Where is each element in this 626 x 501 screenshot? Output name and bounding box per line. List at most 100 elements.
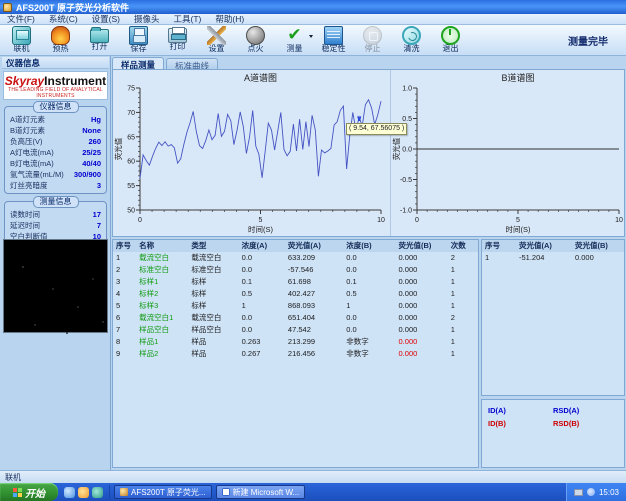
toolbar-button-稳定性[interactable]: 稳定性: [314, 26, 353, 55]
volume-tray-icon[interactable]: [587, 488, 595, 496]
toolbar-button-打印[interactable]: 打印: [158, 26, 197, 55]
column-header[interactable]: 荧光值(A): [285, 240, 343, 252]
toolbar-button-预热[interactable]: 预热: [41, 26, 80, 55]
table-cell: 0.0: [239, 264, 285, 276]
save-icon: [129, 26, 148, 45]
stats-panel: ID(A)RSD(A)ID(B)RSD(B): [481, 399, 625, 468]
column-header[interactable]: 名称: [136, 240, 188, 252]
table-cell: 0.263: [239, 336, 285, 348]
table-cell: 1: [482, 252, 516, 264]
measure-info-group-title: 测量信息: [33, 196, 79, 208]
toolbar-button-打开[interactable]: 打开: [80, 26, 119, 55]
toolbar-button-清洗[interactable]: 清洗: [392, 26, 431, 55]
display-tray-icon[interactable]: [574, 489, 583, 496]
stability-icon: [324, 26, 343, 45]
toolbar-button-label: 退出: [443, 45, 459, 53]
field-row: A灯电流(mA)25/25: [5, 147, 106, 158]
table-cell: 标样2: [136, 288, 188, 300]
dropdown-arrow-icon[interactable]: [309, 35, 313, 38]
chart-a-canvas[interactable]: A道谱图5055606570750510时间(S)荧光值: [113, 70, 390, 236]
table-row[interactable]: 7样品空白样品空白0.047.5420.00.0001: [113, 324, 478, 336]
table-row[interactable]: 5标样3标样1868.09310.0001: [113, 300, 478, 312]
table-row[interactable]: 1载流空白载流空白0.0633.2090.00.0002: [113, 252, 478, 264]
svg-text:60: 60: [127, 159, 135, 166]
column-header[interactable]: 荧光值(A): [516, 240, 572, 252]
quick-launch-browser-icon[interactable]: [64, 487, 75, 498]
start-label: 开始: [25, 485, 45, 500]
field-value: 25/25: [82, 147, 101, 158]
start-button[interactable]: 开始: [0, 483, 58, 501]
folder-icon: [90, 29, 109, 43]
tab-样品测量[interactable]: 样品测量: [112, 57, 164, 69]
menu-item[interactable]: 摄像头: [127, 13, 167, 25]
toolbar-button-点火[interactable]: 点火: [236, 26, 275, 55]
menu-item[interactable]: 工具(T): [167, 13, 209, 25]
menu-item[interactable]: 文件(F): [0, 13, 42, 25]
menu-item[interactable]: 设置(S): [85, 13, 127, 25]
menu-bar: 文件(F)系统(C)设置(S)摄像头工具(T)帮助(H): [0, 14, 626, 25]
column-header[interactable]: 荧光值(B): [396, 240, 448, 252]
toolbar-button-保存[interactable]: 保存: [119, 26, 158, 55]
table-cell: 0.000: [396, 312, 448, 324]
table-cell: 0.1: [343, 276, 395, 288]
table-row[interactable]: 4标样2标样0.5402.4270.50.0001: [113, 288, 478, 300]
table-cell: 1: [448, 264, 478, 276]
taskbar-task-button[interactable]: AFS200T 原子荧光...: [114, 485, 212, 499]
column-header[interactable]: 浓度(A): [239, 240, 285, 252]
status-text: 联机: [5, 473, 21, 482]
table-cell: 0.5: [239, 288, 285, 300]
field-label: B灯电流(mA): [10, 158, 54, 169]
instrument-panel: 仪器信息 SkyrayInstrument THE LEADING FIELD …: [1, 56, 111, 470]
toolbar-button-设置[interactable]: 设置: [197, 26, 236, 55]
readings-table-panel[interactable]: 序号荧光值(A)荧光值(B) 1-51.2040.000: [481, 239, 625, 396]
field-row: 读数时间17: [5, 209, 106, 220]
field-row: 氩气流量(mL/M)300/900: [5, 169, 106, 180]
tab-标准曲线[interactable]: 标准曲线: [166, 58, 218, 69]
table-row[interactable]: 2标准空白标准空白0.0-57.5460.00.0001: [113, 264, 478, 276]
toolbar-button-测量[interactable]: ✔测量: [275, 26, 314, 55]
table-row[interactable]: 6载流空白1载流空白0.0651.4040.00.0002: [113, 312, 478, 324]
quick-launch-messenger-icon[interactable]: [78, 487, 89, 498]
sample-table-panel[interactable]: 序号名称类型浓度(A)荧光值(A)浓度(B)荧光值(B)次数 1载流空白载流空白…: [112, 239, 479, 468]
instrument-info-group: 仪器信息 A道灯元素HgB道灯元素None负高压(V)260A灯电流(mA)25…: [4, 106, 107, 194]
table-row[interactable]: 1-51.2040.000: [482, 252, 624, 264]
column-header[interactable]: 序号: [482, 240, 516, 252]
table-cell: 0.000: [572, 252, 624, 264]
table-cell: 0.000: [396, 336, 448, 348]
column-header[interactable]: 次数: [448, 240, 478, 252]
field-value: 260: [88, 136, 101, 147]
table-cell: 3: [113, 276, 136, 288]
table-cell: 402.427: [285, 288, 343, 300]
quick-launch-media-icon[interactable]: [92, 487, 103, 498]
camera-noise: [22, 266, 24, 268]
app-icon: [120, 488, 128, 496]
table-row[interactable]: 9样品2样品0.267216.456非数字0.0001: [113, 348, 478, 360]
measure-check-icon: ✔: [285, 26, 304, 45]
toolbar-button-退出[interactable]: 退出: [431, 26, 470, 55]
title-bar[interactable]: AFS200T 原子荧光分析软件: [0, 0, 626, 14]
chart-b-canvas[interactable]: B道谱图1.00.50.0-0.5-1.00510时间(S)荧光值: [391, 70, 626, 236]
svg-text:0: 0: [415, 217, 419, 224]
table-row[interactable]: 8样品1样品0.263213.299非数字0.0001: [113, 336, 478, 348]
stats-row: ID(A)RSD(A): [488, 404, 618, 417]
monitor-icon: [12, 26, 31, 45]
column-header[interactable]: 浓度(B): [343, 240, 395, 252]
svg-text:A道谱图: A道谱图: [244, 72, 277, 83]
field-row: A道灯元素Hg: [5, 114, 106, 125]
menu-item[interactable]: 系统(C): [42, 13, 85, 25]
table-cell: 8: [113, 336, 136, 348]
column-header[interactable]: 荧光值(B): [572, 240, 624, 252]
column-header[interactable]: 类型: [188, 240, 238, 252]
table-cell: 样品空白: [136, 324, 188, 336]
column-header[interactable]: 序号: [113, 240, 136, 252]
table-cell: 样品: [188, 348, 238, 360]
table-cell: 1: [448, 324, 478, 336]
chart-tooltip: ( 9.54, 67.56075 ): [346, 123, 407, 135]
table-row[interactable]: 3标样1标样0.161.6980.10.0001: [113, 276, 478, 288]
table-cell: 0.0: [343, 264, 395, 276]
table-cell: 868.093: [285, 300, 343, 312]
taskbar-task-button[interactable]: 新建 Microsoft W...: [216, 485, 306, 499]
printer-icon: [168, 28, 187, 43]
menu-item[interactable]: 帮助(H): [208, 13, 251, 25]
toolbar-button-联机[interactable]: 联机: [2, 26, 41, 55]
